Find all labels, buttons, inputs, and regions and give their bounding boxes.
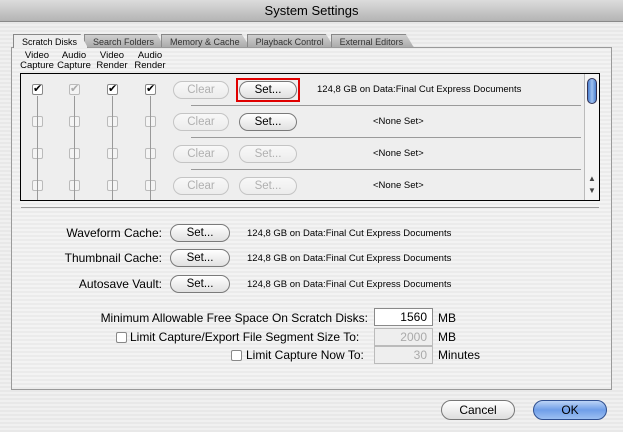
row1-disk-info: 124,8 GB on Data:Final Cut Express Docum… (317, 84, 522, 95)
min-free-space-field[interactable]: 1560 (374, 308, 433, 326)
row1-video-render-checkbox[interactable]: ✔ (107, 84, 118, 95)
row1-clear-button[interactable]: Clear (173, 81, 229, 99)
scroll-up-arrow-icon[interactable]: ▲ (588, 174, 596, 183)
list-scrollbar[interactable]: ▲ ▼ (584, 74, 599, 200)
autosave-vault-set-button[interactable]: Set... (170, 275, 230, 293)
scratch-disk-row: Clear Set... <None Set> (21, 140, 583, 172)
column-header-line: Render (96, 60, 128, 71)
waveform-cache-set-button[interactable]: Set... (170, 224, 230, 242)
window-title-bar: System Settings (0, 0, 623, 22)
row2-disk-info: <None Set> (373, 116, 424, 127)
waveform-cache-info: 124,8 GB on Data:Final Cut Express Docum… (247, 228, 452, 239)
row4-clear-button[interactable]: Clear (173, 177, 229, 195)
limit-capture-checkbox[interactable] (231, 350, 242, 361)
limit-segment-checkbox[interactable] (116, 332, 127, 343)
scratch-disk-row: Clear Set... <None Set> (21, 108, 583, 140)
row-divider (191, 169, 581, 170)
column-header-line: Render (134, 60, 166, 71)
highlight-frame (236, 78, 300, 102)
row1-audio-capture-checkbox[interactable]: ✔ (69, 84, 80, 95)
autosave-vault-label: Autosave Vault: (78, 277, 162, 291)
row3-clear-button[interactable]: Clear (173, 145, 229, 163)
thumbnail-cache-label: Thumbnail Cache: (64, 251, 162, 265)
limit-capture-label: Limit Capture Now To: (246, 348, 364, 362)
thumbnail-cache-set-button[interactable]: Set... (170, 249, 230, 267)
row2-set-button[interactable]: Set... (239, 113, 297, 131)
limit-capture-field[interactable]: 30 (374, 346, 433, 364)
limit-segment-label: Limit Capture/Export File Segment Size T… (130, 330, 360, 344)
checkbox-connector (74, 96, 75, 200)
row2-clear-button[interactable]: Clear (173, 113, 229, 131)
scratch-disk-row: Clear Set... <None Set> (21, 172, 583, 200)
row4-set-button[interactable]: Set... (239, 177, 297, 195)
min-free-space-unit: MB (438, 311, 456, 325)
row4-disk-info: <None Set> (373, 180, 424, 191)
scratch-disk-list: ✔ ✔ ✔ ✔ Clear Set... 124,8 GB on Data:Fi… (20, 73, 600, 201)
thumbnail-cache-info: 124,8 GB on Data:Final Cut Express Docum… (247, 253, 452, 264)
tab-playback-control[interactable]: Playback Control (246, 34, 335, 48)
tab-search-folders[interactable]: Search Folders (84, 34, 166, 48)
limit-segment-unit: MB (438, 330, 456, 344)
checkbox-connector (37, 96, 38, 200)
column-header-line: Capture (20, 60, 54, 71)
row3-set-button[interactable]: Set... (239, 145, 297, 163)
scratch-disk-row: ✔ ✔ ✔ ✔ Clear Set... 124,8 GB on Data:Fi… (21, 76, 583, 108)
limit-capture-unit: Minutes (438, 348, 481, 362)
tab-scratch-disks[interactable]: Scratch Disks (13, 34, 89, 48)
autosave-vault-info: 124,8 GB on Data:Final Cut Express Docum… (247, 279, 452, 290)
section-divider (21, 207, 599, 208)
ok-button[interactable]: OK (533, 400, 607, 420)
column-header-audio-capture: Audio Capture (57, 51, 91, 71)
tab-bar: Scratch Disks Search Folders Memory & Ca… (13, 34, 415, 48)
row-divider (191, 137, 581, 138)
checkbox-connector (150, 96, 151, 200)
cancel-button[interactable]: Cancel (441, 400, 515, 420)
row3-disk-info: <None Set> (373, 148, 424, 159)
tab-memory-cache[interactable]: Memory & Cache (161, 34, 251, 48)
column-header-line: Capture (57, 60, 91, 71)
column-header-video-render: Video Render (95, 51, 129, 71)
scrollbar-thumb[interactable] (587, 78, 597, 104)
row1-video-capture-checkbox[interactable]: ✔ (32, 84, 43, 95)
limit-segment-field[interactable]: 2000 (374, 328, 433, 346)
row-divider (191, 105, 581, 106)
column-header-audio-render: Audio Render (133, 51, 167, 71)
column-header-video-capture: Video Capture (20, 51, 54, 71)
waveform-cache-label: Waveform Cache: (66, 226, 162, 240)
min-free-space-label: Minimum Allowable Free Space On Scratch … (100, 311, 368, 325)
row1-audio-render-checkbox[interactable]: ✔ (145, 84, 156, 95)
window-title: System Settings (264, 3, 359, 18)
checkbox-connector (112, 96, 113, 200)
scroll-down-arrow-icon[interactable]: ▼ (588, 186, 596, 195)
tab-external-editors[interactable]: External Editors (330, 34, 415, 48)
